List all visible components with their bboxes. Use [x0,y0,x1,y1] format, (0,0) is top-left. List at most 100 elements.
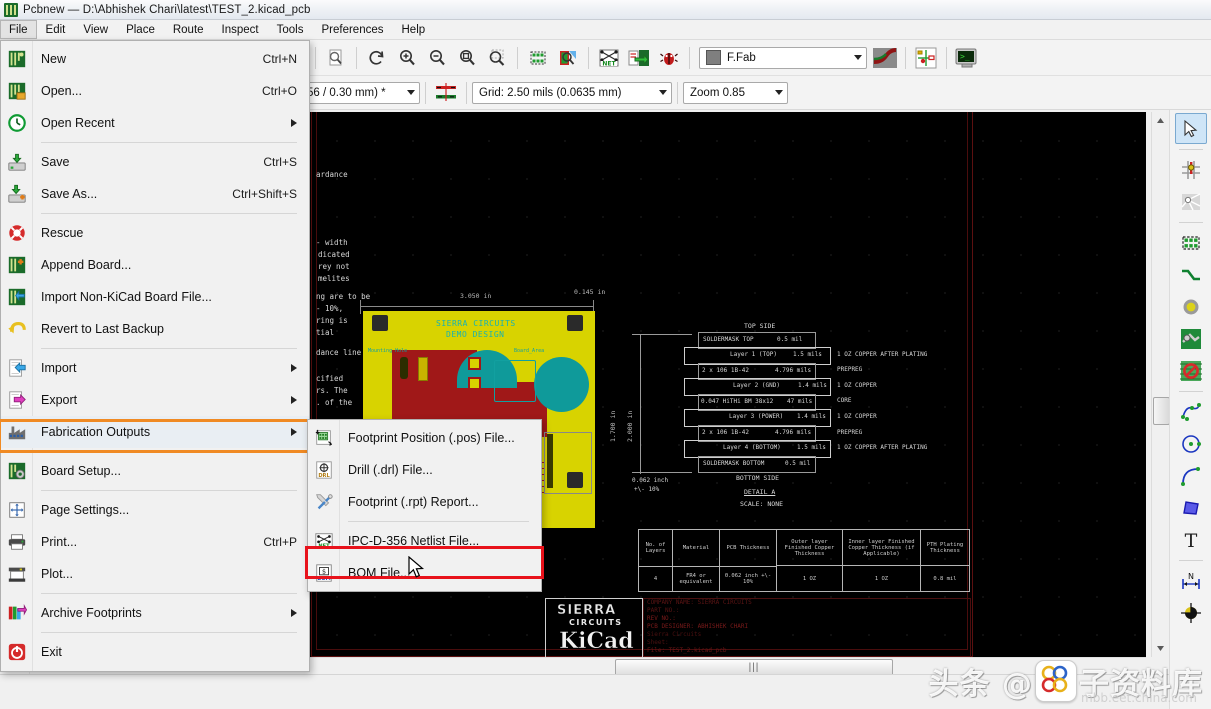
layer-selector-value: F.Fab [727,52,756,64]
title-field-revno: REV NO.: [647,615,676,622]
layer-color-swatch [706,50,721,65]
submenu-item-ipc-netlist[interactable]: NET IPC-D-356 Netlist File... [308,525,541,557]
menu-view[interactable]: View [74,20,117,39]
add-zone-tool[interactable] [1175,323,1207,354]
undo-arrow-icon [5,317,29,341]
draw-arc-tool[interactable] [1175,460,1207,491]
menu-item-label: Save [41,155,70,169]
menu-item-fabrication-outputs[interactable]: Fabrication Outputs [1,416,309,448]
zoom-fit-icon[interactable] [453,44,481,72]
scripting-console-icon[interactable]: >_ [953,44,981,72]
svg-text:DRL: DRL [318,473,330,479]
drc-bug-icon[interactable] [655,44,683,72]
exit-power-icon [5,640,29,664]
menu-route[interactable]: Route [164,20,213,39]
submenu-item-drill[interactable]: DRL Drill (.drl) File... [308,454,541,486]
silk-title-1: SIERRA CIRCUITS [436,319,516,328]
menu-item-append-board[interactable]: Append Board... [1,249,309,281]
layer-selector[interactable]: F.Fab [699,47,867,69]
menu-item-open-recent[interactable]: Open Recent [1,107,309,139]
menu-item-accel: Ctrl+N [245,52,297,66]
draw-polygon-tool[interactable] [1175,492,1207,523]
recent-clock-icon [5,111,29,135]
menu-item-save-as[interactable]: Save As... Ctrl+Shift+S [1,178,309,210]
track-highlight-icon[interactable] [871,44,899,72]
svg-text:N: N [1188,572,1194,581]
menu-item-rescue[interactable]: Rescue [1,217,309,249]
menu-item-label: Page Settings... [41,503,129,517]
vertical-scroll-thumb[interactable] [1153,397,1170,425]
zoom-out-icon[interactable] [423,44,451,72]
set-origin-tool[interactable] [1175,597,1207,628]
highlight-net-tool[interactable] [1175,154,1207,185]
route-track-tool[interactable] [1175,259,1207,290]
drill-icon: DRL [312,458,336,482]
table-cell: 1 OZ [777,566,842,591]
menu-help[interactable]: Help [393,20,435,39]
scroll-up-arrow-icon[interactable] [1152,112,1169,129]
add-keepout-zone-tool[interactable] [1175,355,1207,386]
place-footprint-tool[interactable] [1175,227,1207,258]
menu-item-archive-footprints[interactable]: Archive Footprints [1,597,309,629]
footprint-editor-icon[interactable] [524,44,552,72]
add-via-tool[interactable] [1175,291,1207,322]
stackup-note: CORE [837,397,851,404]
footprint-viewer-icon[interactable] [554,44,582,72]
menu-item-open[interactable]: Open... Ctrl+O [1,75,309,107]
print-preview-icon[interactable] [322,44,350,72]
menu-tools[interactable]: Tools [268,20,313,39]
chevron-down-icon[interactable] [770,83,787,103]
submenu-item-footprint-position[interactable]: Footprint Position (.pos) File... [308,422,541,454]
chevron-down-icon[interactable] [654,83,671,103]
horizontal-scrollbar[interactable]: ||| [310,657,1146,675]
local-ratsnest-tool[interactable] [1175,186,1207,217]
menu-item-import-non-kicad[interactable]: Import Non-KiCad Board File... [1,281,309,313]
netlist-icon[interactable]: NET [595,44,623,72]
scroll-down-arrow-icon[interactable] [1152,640,1169,657]
menu-item-plot[interactable]: Plot... [1,558,309,590]
refresh-icon[interactable] [363,44,391,72]
menu-item-save[interactable]: Save Ctrl+S [1,146,309,178]
file-menu-popup[interactable]: New Ctrl+N Open... Ctrl+O Open Recent Sa… [0,40,310,672]
update-pcb-icon[interactable] [625,44,653,72]
zoom-in-icon[interactable] [393,44,421,72]
submenu-item-footprint-report[interactable]: Footprint (.rpt) Report... [308,486,541,518]
track-width-selector[interactable]: 56 / 0.30 mm) * [300,82,420,104]
add-text-tool[interactable]: T [1175,524,1207,555]
zoom-area-icon[interactable] [483,44,511,72]
menu-item-export[interactable]: Export [1,384,309,416]
menu-preferences[interactable]: Preferences [312,20,392,39]
menu-file[interactable]: File [0,20,37,39]
select-arrow-tool[interactable] [1175,113,1207,144]
sierra-logo-line2: CIRCUITS [569,618,623,627]
menu-place[interactable]: Place [117,20,164,39]
chevron-down-icon[interactable] [849,48,866,68]
track-via-size-icon[interactable] [432,79,460,107]
zoom-selector[interactable]: Zoom 0.85 [683,82,788,104]
draw-circle-tool[interactable] [1175,428,1207,459]
report-tools-icon [312,490,336,514]
grid-selector[interactable]: Grid: 2.50 mils (0.0635 mm) [472,82,672,104]
stackup-detail-label: DETAIL A [744,488,775,496]
add-dimension-tool[interactable]: N [1175,565,1207,596]
vertical-scrollbar[interactable] [1151,112,1169,657]
menu-inspect[interactable]: Inspect [213,20,268,39]
menu-item-exit[interactable]: Exit [1,636,309,668]
chevron-down-icon[interactable] [402,83,419,103]
menu-item-print[interactable]: Print... Ctrl+P [1,526,309,558]
menu-item-import[interactable]: Import [1,352,309,384]
menu-item-label: Fabrication Outputs [41,425,150,439]
net-highlight-icon[interactable] [912,44,940,72]
svg-text:T: T [1184,530,1197,551]
menu-item-label: Open... [41,84,82,98]
menu-separator [41,213,297,214]
menu-item-page-settings[interactable]: Page Settings... [1,494,309,526]
draw-polyline-tool[interactable] [1175,396,1207,427]
stackup-row: SOLDERMASK BOTTOM 0.5 mil [698,456,816,473]
menu-item-board-setup[interactable]: Board Setup... [1,455,309,487]
menu-item-new[interactable]: New Ctrl+N [1,43,309,75]
menu-edit[interactable]: Edit [37,20,75,39]
chevron-right-icon [291,119,297,127]
window-title: Pcbnew — D:\Abhishek Chari\latest\TEST_2… [23,4,311,16]
menu-item-revert[interactable]: Revert to Last Backup [1,313,309,345]
